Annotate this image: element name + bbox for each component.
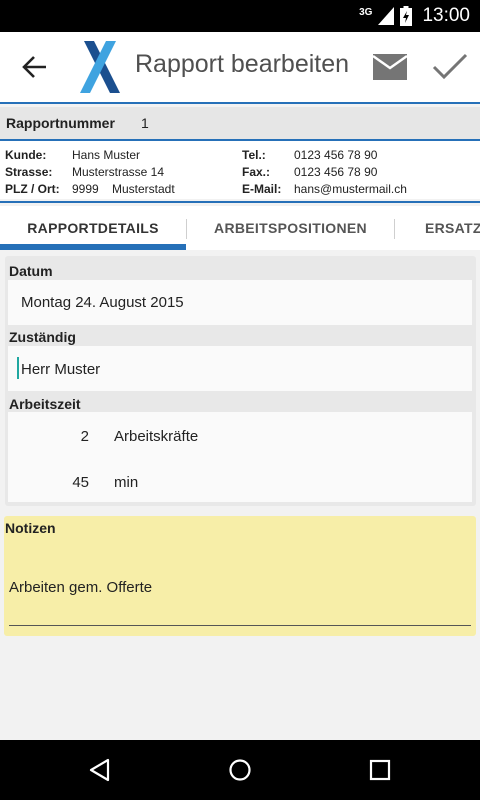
recents-nav-icon[interactable] xyxy=(366,756,394,784)
report-number-label: Rapportnummer xyxy=(6,115,115,131)
action-bar: Rapport bearbeiten xyxy=(0,32,480,102)
signal-icon xyxy=(378,7,395,25)
status-bar: 3G 13:00 xyxy=(0,0,480,32)
tab-arbeitspositionen[interactable]: ARBEITSPOSITIONEN xyxy=(187,206,394,250)
divider xyxy=(0,102,480,104)
tab-ersatz[interactable]: ERSATZ xyxy=(395,206,480,250)
fax-label: Fax.: xyxy=(242,165,271,179)
zip-value: 9999 xyxy=(72,182,99,196)
notes-underline xyxy=(9,625,471,626)
report-number-row: Rapportnummer 1 xyxy=(0,107,480,139)
street-value: Musterstrasse 14 xyxy=(72,165,165,179)
divider xyxy=(0,201,480,203)
notes-label: Notizen xyxy=(5,520,56,536)
date-value: Montag 24. August 2015 xyxy=(21,294,184,311)
tab-rapportdetails[interactable]: RAPPORTDETAILS xyxy=(0,206,186,250)
workers-unit: Arbeitskräfte xyxy=(114,428,199,445)
check-icon[interactable] xyxy=(432,52,468,82)
report-number-value: 1 xyxy=(141,115,149,131)
customer-info: Kunde: Hans Muster Tel.: 0123 456 78 90 … xyxy=(0,141,480,199)
street-label: Strasse: xyxy=(5,165,53,179)
responsible-label: Zuständig xyxy=(9,329,76,345)
working-time-field: 2 Arbeitskräfte 45 min xyxy=(8,412,472,502)
active-tab-indicator xyxy=(0,244,186,250)
back-arrow-icon[interactable] xyxy=(18,50,52,84)
customer-label: Kunde: xyxy=(5,148,47,162)
navigation-bar xyxy=(0,740,480,800)
details-card: Datum Montag 24. August 2015 Zuständig H… xyxy=(5,256,476,506)
tab-bar: RAPPORTDETAILS ARBEITSPOSITIONEN ERSATZ xyxy=(0,206,480,250)
clock: 13:00 xyxy=(422,5,470,26)
home-nav-icon[interactable] xyxy=(226,756,254,784)
zip-city-label: PLZ / Ort: xyxy=(5,182,60,196)
phone-label: Tel.: xyxy=(242,148,266,162)
workers-count[interactable]: 2 xyxy=(8,428,89,445)
working-time-label: Arbeitszeit xyxy=(9,396,81,412)
fax-value: 0123 456 78 90 xyxy=(294,165,378,179)
email-label: E-Mail: xyxy=(242,182,282,196)
responsible-field[interactable]: Herr Muster xyxy=(8,346,472,391)
city-value: Musterstadt xyxy=(112,182,175,196)
text-cursor xyxy=(17,357,19,379)
responsible-value: Herr Muster xyxy=(21,361,101,378)
date-field[interactable]: Montag 24. August 2015 xyxy=(8,280,472,325)
tab-label: RAPPORTDETAILS xyxy=(27,220,159,236)
notes-section: Notizen Arbeiten gem. Offerte xyxy=(4,516,476,636)
email-value: hans@mustermail.ch xyxy=(294,182,407,196)
minutes-value[interactable]: 45 xyxy=(8,474,89,491)
tab-label: ERSATZ xyxy=(425,220,480,236)
network-type: 3G xyxy=(359,6,373,18)
tab-label: ARBEITSPOSITIONEN xyxy=(214,220,367,236)
notes-text[interactable]: Arbeiten gem. Offerte xyxy=(9,579,152,596)
mail-icon[interactable] xyxy=(373,54,407,80)
customer-name: Hans Muster xyxy=(72,148,141,162)
phone-value: 0123 456 78 90 xyxy=(294,148,378,162)
screen-title: Rapport bearbeiten xyxy=(135,50,350,78)
back-nav-icon[interactable] xyxy=(86,756,114,784)
minutes-unit: min xyxy=(114,474,139,491)
battery-icon xyxy=(400,6,413,26)
date-label: Datum xyxy=(9,263,53,279)
app-logo xyxy=(80,41,120,93)
